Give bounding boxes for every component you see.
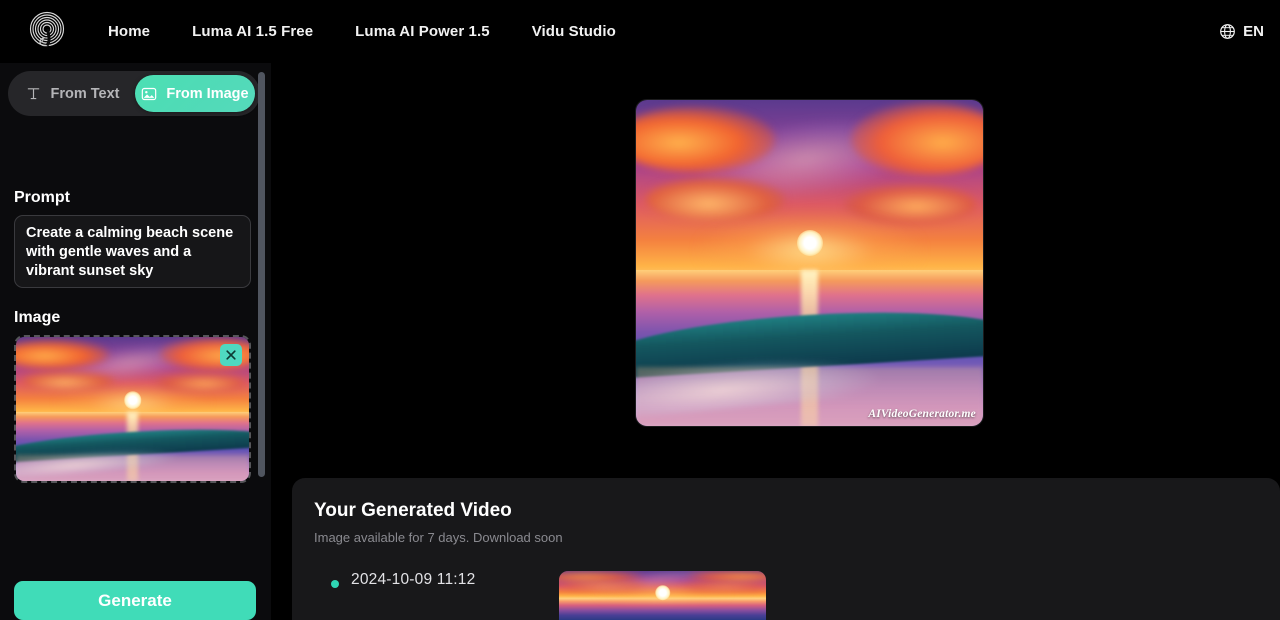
generate-button[interactable]: Generate bbox=[14, 581, 256, 620]
uploaded-image-thumbnail[interactable] bbox=[14, 335, 251, 483]
result-thumbnail[interactable] bbox=[559, 571, 766, 620]
result-timestamp: 2024-10-09 11:12 bbox=[351, 571, 476, 588]
remove-image-button[interactable] bbox=[220, 344, 242, 366]
globe-icon bbox=[1220, 24, 1236, 39]
generated-video-title: Your Generated Video bbox=[314, 500, 512, 521]
tab-from-image-label: From Image bbox=[166, 85, 249, 102]
nav-link-home[interactable]: Home bbox=[108, 23, 150, 40]
generated-video-subtitle: Image available for 7 days. Download soo… bbox=[314, 530, 563, 545]
image-label: Image bbox=[14, 309, 61, 326]
sidebar-scrollbar-thumb[interactable] bbox=[258, 72, 265, 477]
top-navbar: Home Luma AI 1.5 Free Luma AI Power 1.5 … bbox=[0, 0, 1280, 63]
nav-link-vidu-studio[interactable]: Vidu Studio bbox=[532, 23, 616, 40]
tab-from-text[interactable]: From Text bbox=[13, 75, 133, 112]
watermark: AIVideoGenerator.me bbox=[868, 408, 976, 420]
generated-video-panel: Your Generated Video Image available for… bbox=[292, 478, 1280, 620]
sidebar-scrollbar[interactable] bbox=[258, 72, 265, 492]
video-preview-image bbox=[636, 100, 983, 426]
prompt-label: Prompt bbox=[14, 189, 70, 206]
close-x-icon bbox=[226, 350, 236, 360]
text-t-icon bbox=[28, 88, 40, 100]
uploaded-image-preview bbox=[16, 337, 249, 481]
nav-link-luma-power[interactable]: Luma AI Power 1.5 bbox=[355, 23, 490, 40]
language-selector[interactable]: EN bbox=[1219, 0, 1264, 63]
spiral-logo-icon[interactable] bbox=[26, 7, 68, 55]
image-icon bbox=[142, 87, 157, 100]
main-content: AIVideoGenerator.me Your Generated Video… bbox=[271, 63, 1280, 620]
nav-link-luma-free[interactable]: Luma AI 1.5 Free bbox=[192, 23, 313, 40]
tab-from-image[interactable]: From Image bbox=[135, 75, 255, 112]
status-dot-icon bbox=[331, 580, 339, 588]
video-preview[interactable]: AIVideoGenerator.me bbox=[636, 100, 983, 426]
prompt-input[interactable] bbox=[14, 215, 251, 288]
left-sidebar: From Text From Image Prompt Image bbox=[0, 63, 271, 620]
language-label: EN bbox=[1243, 23, 1264, 40]
result-list-item[interactable]: 2024-10-09 11:12 bbox=[314, 571, 1258, 620]
mode-tab-group: From Text From Image bbox=[8, 71, 260, 116]
result-thumbnail-image bbox=[559, 571, 766, 620]
tab-from-text-label: From Text bbox=[50, 85, 120, 102]
nav-links: Home Luma AI 1.5 Free Luma AI Power 1.5 … bbox=[108, 0, 616, 63]
